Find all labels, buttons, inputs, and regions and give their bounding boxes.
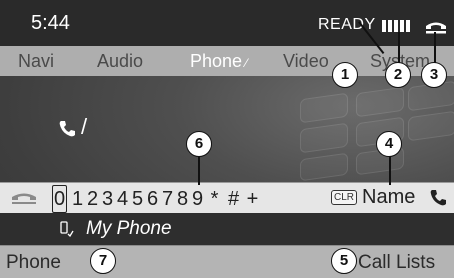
signal-bar — [394, 20, 398, 32]
char-key-4[interactable]: 4 — [115, 186, 130, 212]
submenu-indicator-icon: ⁄ — [242, 56, 248, 70]
menu-item-label: Phone — [190, 51, 243, 71]
char-key-2[interactable]: 2 — [85, 186, 100, 212]
call-lists-button[interactable]: Call Lists — [358, 252, 435, 274]
signal-bar — [382, 20, 386, 32]
char-key-1[interactable]: 1 — [70, 186, 85, 212]
connected-device-row: My Phone — [0, 213, 454, 245]
background-decoration — [300, 92, 348, 124]
dial-input-cursor[interactable]: / — [81, 114, 87, 140]
callout-7: 7 — [90, 248, 116, 274]
char-key-star[interactable]: * — [205, 186, 224, 212]
char-key-6[interactable]: 6 — [145, 186, 160, 212]
callout-5: 5 — [331, 248, 357, 274]
name-button[interactable]: Name — [362, 186, 415, 209]
callout-2: 2 — [385, 62, 411, 88]
end-call-icon[interactable] — [10, 191, 38, 205]
callout-4: 4 — [376, 131, 402, 157]
clock: 5:44 — [31, 12, 70, 34]
device-name: My Phone — [86, 218, 172, 239]
callout-3: 3 — [421, 62, 447, 88]
phone-handset-icon — [426, 22, 446, 34]
bottom-bar: Phone Call Lists — [0, 245, 454, 278]
phone-button[interactable]: Phone — [6, 252, 61, 274]
char-key-plus[interactable]: + — [243, 186, 262, 212]
phone-screen: 5:44 READY Navi Audio Phone ⁄ Video Syst… — [0, 0, 454, 278]
background-decoration — [408, 110, 454, 142]
menu-item-audio[interactable]: Audio — [97, 51, 143, 72]
mobile-phone-icon — [60, 221, 74, 237]
background-decoration — [356, 86, 404, 118]
callout-pointer — [389, 155, 391, 185]
signal-bar — [406, 20, 410, 32]
callout-1: 1 — [332, 62, 358, 88]
char-key-8[interactable]: 8 — [175, 186, 190, 212]
status-bar: 5:44 READY — [0, 0, 454, 46]
character-row: 0 1 2 3 4 5 6 7 8 9 * # + — [52, 185, 262, 213]
signal-bar — [400, 20, 404, 32]
callout-6: 6 — [186, 131, 212, 157]
callout-pointer — [398, 32, 400, 64]
clear-button[interactable]: CLR — [331, 190, 358, 205]
signal-strength-icon — [382, 20, 410, 32]
signal-bar — [388, 20, 392, 32]
character-bar: 0 1 2 3 4 5 6 7 8 9 * # + CLR Name — [0, 182, 454, 214]
background-decoration — [300, 152, 348, 182]
background-decoration — [300, 122, 348, 154]
char-key-9[interactable]: 9 — [190, 186, 205, 212]
callout-pointer — [198, 155, 200, 185]
menu-item-video[interactable]: Video — [283, 51, 329, 72]
menu-item-phone[interactable]: Phone ⁄ — [190, 51, 247, 72]
callout-pointer — [434, 32, 436, 64]
char-key-0[interactable]: 0 — [52, 185, 67, 213]
char-key-5[interactable]: 5 — [130, 186, 145, 212]
char-key-3[interactable]: 3 — [100, 186, 115, 212]
char-key-7[interactable]: 7 — [160, 186, 175, 212]
call-icon[interactable] — [428, 188, 448, 208]
handset-icon — [59, 121, 75, 137]
menu-item-navi[interactable]: Navi — [18, 51, 54, 72]
char-key-hash[interactable]: # — [224, 186, 243, 212]
